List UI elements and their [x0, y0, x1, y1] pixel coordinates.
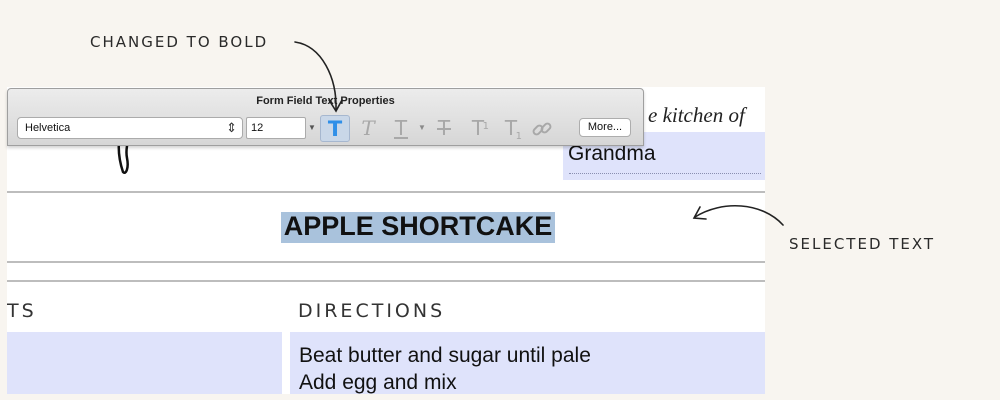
directions-heading: DIRECTIONS [298, 300, 446, 322]
link-icon [532, 122, 552, 136]
font-family-value: Helvetica [25, 122, 71, 134]
italic-icon: T [361, 116, 375, 140]
underline-dropdown-icon[interactable]: ▼ [418, 123, 426, 132]
divider-middle [7, 261, 765, 263]
font-size-value: 12 [251, 122, 264, 134]
font-family-select[interactable]: Helvetica ⇕ [17, 117, 243, 139]
panel-title: Form Field Text Properties [256, 95, 395, 107]
ingredients-heading: TS [7, 300, 37, 322]
underline-button[interactable]: T [386, 115, 416, 142]
bold-button[interactable]: T [320, 115, 350, 142]
more-button[interactable]: More... [579, 118, 631, 137]
bold-icon: T [327, 117, 343, 141]
text-properties-panel: Form Field Text Properties Helvetica ⇕ 1… [7, 88, 644, 146]
subscript-button[interactable]: T1 [496, 115, 526, 142]
directions-field[interactable]: Beat butter and sugar until pale Add egg… [290, 332, 765, 394]
callout-changed-to-bold: CHANGED TO BOLD [90, 33, 269, 51]
directions-line: Beat butter and sugar until pale [299, 344, 591, 367]
ingredients-field[interactable] [7, 332, 282, 394]
font-size-input[interactable]: 12 [246, 117, 306, 139]
font-size-dropdown-icon[interactable]: ▼ [308, 123, 316, 132]
callout-selected-text: SELECTED TEXT [789, 235, 936, 253]
directions-line: Add egg and mix [299, 371, 457, 394]
field-underline [569, 173, 761, 174]
divider-lower [7, 280, 765, 282]
recipe-title[interactable]: APPLE SHORTCAKE [281, 211, 555, 242]
divider-top [7, 191, 765, 193]
italic-button[interactable]: T [353, 115, 383, 142]
strikethrough-button[interactable]: T [429, 115, 459, 142]
updown-arrows-icon: ⇕ [226, 120, 237, 135]
link-button[interactable] [527, 115, 557, 142]
superscript-button[interactable]: T1 [463, 115, 493, 142]
kitchen-of-label: e kitchen of [648, 103, 745, 127]
